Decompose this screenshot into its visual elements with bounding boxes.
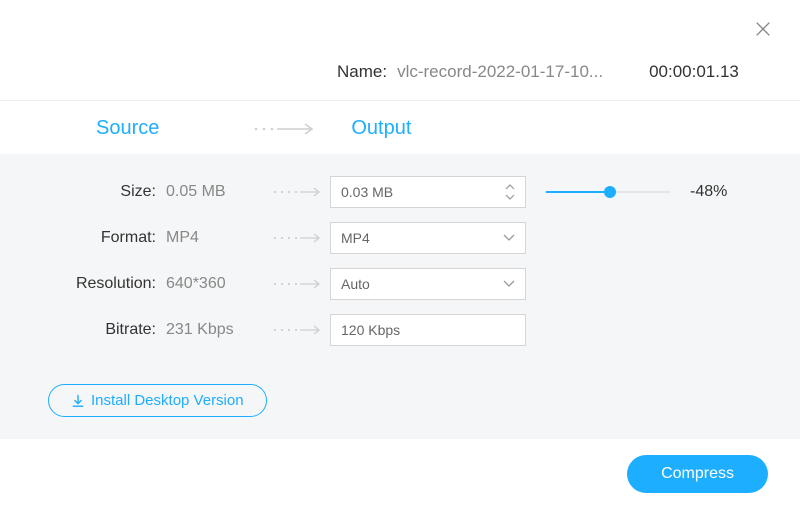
- column-headers: Source Output: [0, 101, 800, 154]
- download-icon: [71, 394, 85, 408]
- size-row: Size: 0.05 MB 0.03 MB -48%: [24, 176, 776, 208]
- resolution-select[interactable]: Auto: [330, 268, 526, 300]
- arrow-icon: [266, 279, 330, 289]
- install-desktop-button[interactable]: Install Desktop Version: [48, 384, 267, 417]
- install-label: Install Desktop Version: [91, 392, 244, 409]
- bitrate-output-value: 120 Kbps: [341, 322, 400, 338]
- output-heading: Output: [351, 117, 411, 140]
- settings-panel: Size: 0.05 MB 0.03 MB -48% Format: MP4: [0, 154, 800, 439]
- close-button[interactable]: [754, 20, 774, 40]
- duration: 00:00:01.13: [649, 62, 739, 82]
- resolution-output-value: Auto: [341, 276, 370, 292]
- format-select[interactable]: MP4: [330, 222, 526, 254]
- slider-thumb[interactable]: [604, 186, 616, 198]
- bitrate-row: Bitrate: 231 Kbps 120 Kbps: [24, 314, 776, 346]
- arrow-icon: [266, 187, 330, 197]
- chevron-down-icon: [503, 234, 515, 242]
- size-output-value: 0.03 MB: [341, 184, 393, 200]
- size-output-stepper[interactable]: 0.03 MB: [330, 176, 526, 208]
- resolution-row: Resolution: 640*360 Auto: [24, 268, 776, 300]
- arrow-icon: [266, 325, 330, 335]
- compress-button[interactable]: Compress: [627, 455, 768, 493]
- chevron-down-icon: [503, 280, 515, 288]
- arrow-icon: [253, 123, 321, 135]
- name-label: Name:: [337, 62, 387, 82]
- size-slider[interactable]: [546, 182, 670, 202]
- format-label: Format:: [24, 229, 162, 247]
- source-heading: Source: [96, 117, 159, 140]
- format-row: Format: MP4 MP4: [24, 222, 776, 254]
- bitrate-label: Bitrate:: [24, 321, 162, 339]
- resolution-label: Resolution:: [24, 275, 162, 293]
- slider-fill: [546, 191, 610, 193]
- stepper-icon: [505, 184, 515, 200]
- file-name: vlc-record-2022-01-17-10...: [397, 62, 603, 82]
- resolution-source: 640*360: [162, 275, 266, 293]
- size-source: 0.05 MB: [162, 183, 266, 201]
- size-label: Size:: [24, 183, 162, 201]
- bitrate-input[interactable]: 120 Kbps: [330, 314, 526, 346]
- arrow-icon: [266, 233, 330, 243]
- format-source: MP4: [162, 229, 266, 247]
- size-percent: -48%: [690, 183, 727, 201]
- format-output-value: MP4: [341, 230, 370, 246]
- bitrate-source: 231 Kbps: [162, 321, 266, 339]
- close-icon: [754, 20, 772, 38]
- file-header: Name: vlc-record-2022-01-17-10... 00:00:…: [0, 0, 800, 101]
